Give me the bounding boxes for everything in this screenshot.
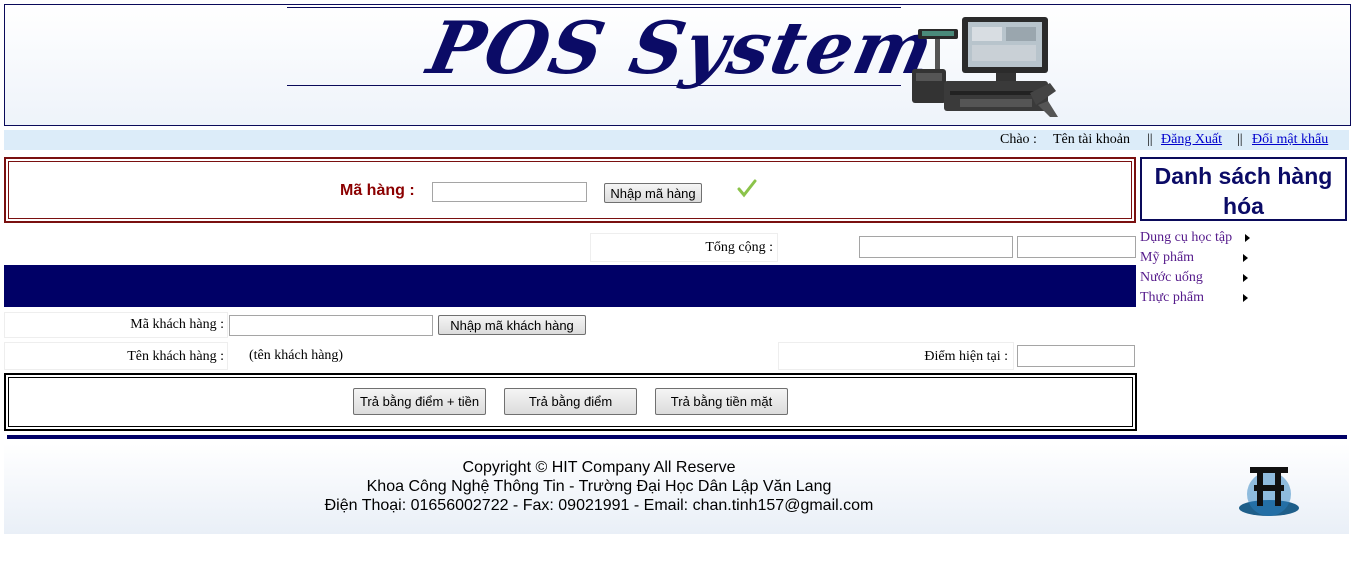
institution-text: Khoa Công Nghệ Thông Tin - Trường Đại Họ… (366, 478, 832, 495)
item-list-band (4, 265, 1136, 307)
product-code-label: Mã hàng : (340, 182, 415, 199)
logo-text: POS System (420, 5, 943, 90)
footer-rule (7, 435, 1347, 439)
greeting-label: Chào : (1000, 132, 1037, 147)
category-item-label: Mỹ phẩm (1140, 250, 1195, 265)
customer-code-label: Mã khách hàng : (130, 317, 224, 332)
customer-name-value: (tên khách hàng) (249, 348, 344, 363)
contact-text: Điện Thoại: 01656002722 - Fax: 09021991 … (324, 497, 874, 514)
pay-points-button[interactable]: Trả bằng điểm (504, 388, 637, 415)
user-bar: Chào : Tên tài khoản || Đăng Xuất || Đổi… (4, 130, 1349, 150)
caret-right-icon (1245, 234, 1250, 242)
current-points-label: Điểm hiện tại : (924, 349, 1008, 364)
category-item-school-supplies[interactable]: Dụng cụ học tập (1140, 230, 1250, 246)
change-password-link[interactable]: Đổi mật khẩu (1252, 132, 1328, 147)
total-input-2[interactable] (1017, 236, 1136, 258)
caret-right-icon (1243, 274, 1248, 282)
footer: Copyright © HIT Company All Reserve Khoa… (4, 444, 1349, 534)
pos-terminal-illustration (912, 17, 1058, 117)
customer-code-input[interactable] (229, 315, 433, 336)
category-item-cosmetics[interactable]: Mỹ phẩm (1140, 250, 1250, 266)
category-item-food[interactable]: Thực phẩm (1140, 290, 1250, 306)
header-banner: POS System (4, 4, 1351, 126)
category-list-title: Danh sách hàng hóa (1154, 163, 1333, 219)
current-points-input[interactable] (1017, 345, 1135, 367)
customer-code-label-cell: Mã khách hàng : (4, 312, 228, 338)
check-icon (737, 179, 757, 198)
company-logo (1239, 467, 1299, 516)
customer-name-label-cell: Tên khách hàng : (4, 342, 228, 370)
separator: || (1237, 132, 1243, 147)
customer-name-label: Tên khách hàng : (127, 349, 224, 364)
enter-product-code-button[interactable]: Nhập mã hàng (604, 183, 702, 203)
total-label: Tổng cộng : (705, 240, 773, 255)
caret-right-icon (1243, 294, 1248, 302)
pay-cash-button[interactable]: Trả bằng tiền mặt (655, 388, 788, 415)
total-label-cell: Tổng cộng : (590, 233, 778, 262)
category-item-label: Dụng cụ học tập (1140, 230, 1233, 245)
account-name: Tên tài khoản (1053, 132, 1130, 147)
logout-link[interactable]: Đăng Xuất (1161, 132, 1222, 147)
category-title-box: Danh sách hàng hóa (1140, 157, 1347, 221)
category-item-drinks[interactable]: Nước uống (1140, 270, 1250, 286)
total-input-1[interactable] (859, 236, 1013, 258)
category-item-label: Nước uống (1140, 270, 1203, 285)
product-code-input[interactable] (432, 182, 587, 202)
enter-customer-code-button[interactable]: Nhập mã khách hàng (438, 315, 586, 335)
separator: || (1147, 132, 1153, 147)
pay-points-cash-button[interactable]: Trả bằng điểm + tiền (353, 388, 486, 415)
caret-right-icon (1243, 254, 1248, 262)
copyright-text: Copyright © HIT Company All Reserve (462, 459, 736, 476)
category-item-label: Thực phẩm (1140, 290, 1204, 305)
points-label-cell: Điểm hiện tại : (778, 342, 1014, 370)
